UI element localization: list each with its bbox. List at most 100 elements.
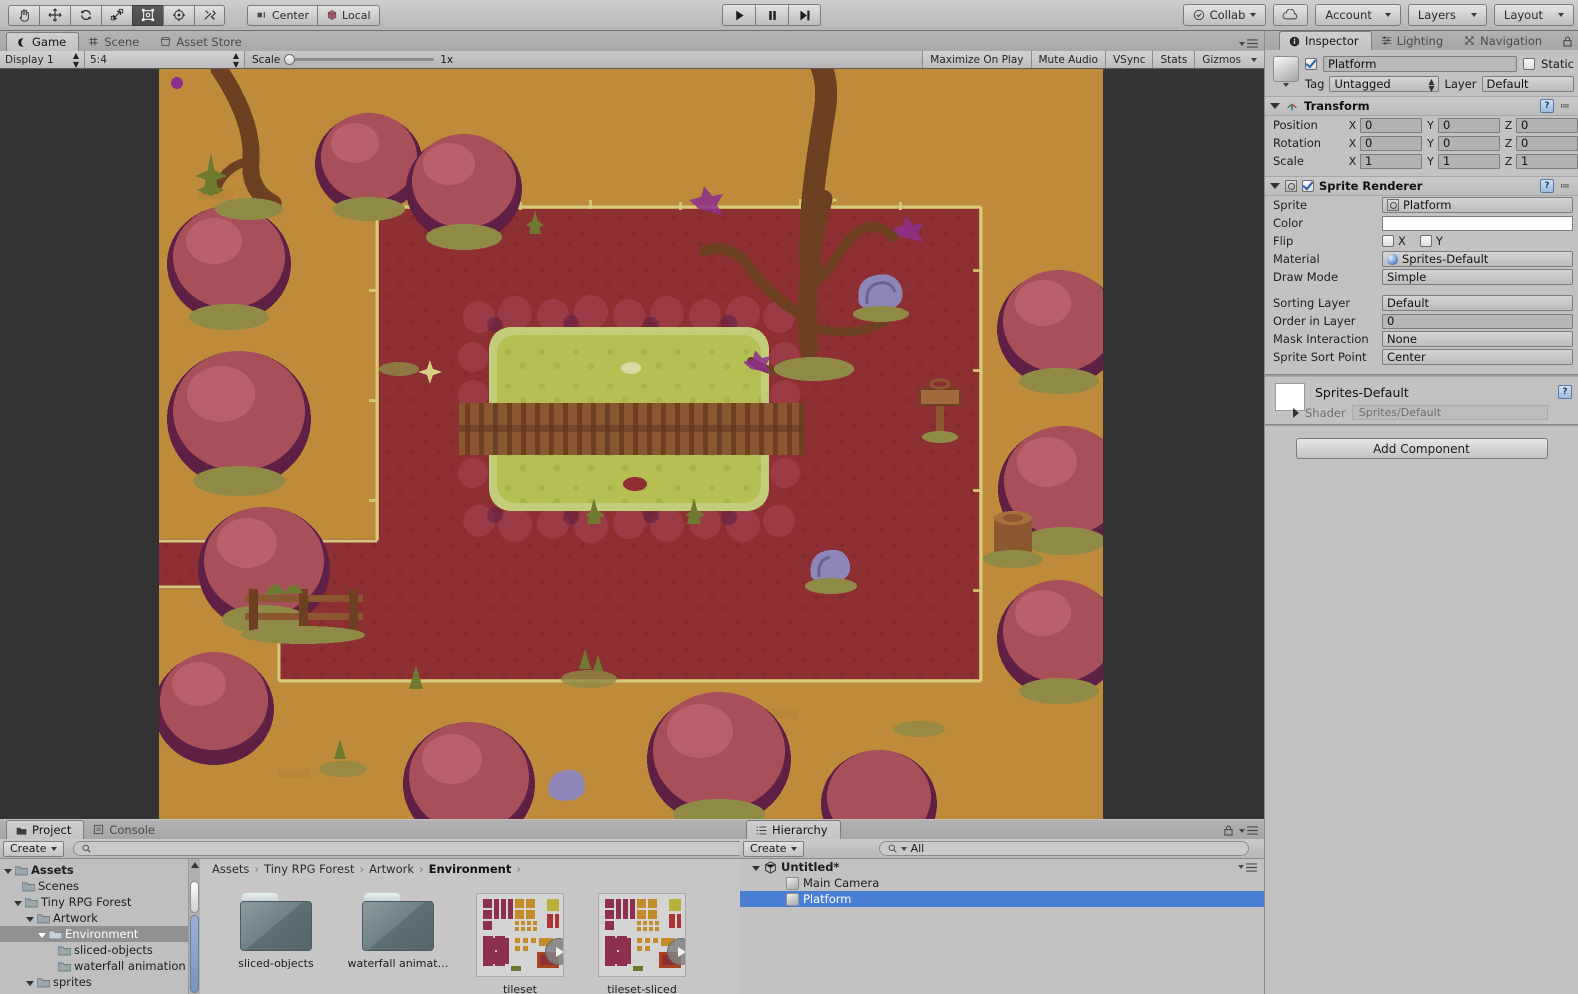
collab-button[interactable]: Collab — [1182, 4, 1267, 26]
maximize-on-play-toggle[interactable]: Maximize On Play — [922, 51, 1031, 68]
hierarchy-scene-row[interactable]: Untitled* — [740, 859, 1264, 875]
stats-toggle[interactable]: Stats — [1152, 51, 1195, 68]
tab-hierarchy[interactable]: Hierarchy — [746, 820, 841, 839]
add-component-button[interactable]: Add Component — [1295, 438, 1548, 459]
tree-expand-icon[interactable] — [26, 980, 34, 986]
color-swatch-field[interactable] — [1382, 215, 1573, 231]
tag-dropdown[interactable]: Untagged ▲ ▼ — [1329, 76, 1440, 93]
tab-scene[interactable]: Scene — [79, 32, 151, 51]
game-panel-options-button[interactable] — [1239, 39, 1258, 48]
tree-expand-icon[interactable] — [14, 900, 22, 906]
mute-audio-toggle[interactable]: Mute Audio — [1030, 51, 1105, 68]
pivot-mode-button[interactable]: Center — [247, 4, 318, 26]
gizmos-dropdown[interactable]: Gizmos — [1194, 51, 1264, 68]
pause-button[interactable] — [755, 4, 788, 26]
hierarchy-item-platform[interactable]: Platform — [740, 891, 1264, 907]
sprite-renderer-enabled-checkbox[interactable] — [1302, 180, 1314, 192]
hierarchy-options-button[interactable] — [1224, 825, 1258, 836]
tree-item-tiny-rpg-forest[interactable]: Tiny RPG Forest — [0, 894, 200, 910]
breadcrumb-artwork[interactable]: Artwork — [369, 862, 414, 876]
game-canvas[interactable] — [159, 69, 1103, 819]
rect-tool-button[interactable] — [132, 4, 163, 26]
project-tree[interactable]: Assets Scenes Tiny RPG Forest Artwork En… — [0, 859, 200, 994]
display-dropdown[interactable]: Display 1 ▲ ▼ — [0, 51, 85, 69]
position-z-field[interactable]: 0 — [1516, 117, 1578, 133]
game-render-area[interactable] — [0, 69, 1264, 819]
transform-component-header[interactable]: Transform ? ≔ — [1265, 96, 1578, 116]
tab-navigation[interactable]: Navigation — [1455, 31, 1554, 50]
asset-item-waterfall-animation[interactable]: waterfall animat… — [347, 893, 449, 994]
scale-x-field[interactable]: 1 — [1360, 153, 1422, 169]
rotation-x-field[interactable]: 0 — [1360, 135, 1422, 151]
cloud-button[interactable] — [1273, 4, 1309, 26]
tab-console[interactable]: Console — [84, 820, 167, 839]
transform-preset-icon[interactable]: ≔ — [1558, 99, 1572, 113]
scale-slider[interactable] — [284, 54, 435, 65]
order-in-layer-field[interactable]: 0 — [1382, 313, 1573, 329]
scale-tool-button[interactable] — [101, 4, 132, 26]
project-tree-scrollbar[interactable] — [188, 859, 200, 994]
layout-button[interactable]: Layout — [1493, 4, 1574, 26]
step-button[interactable] — [788, 4, 821, 26]
tree-item-environment[interactable]: Environment — [0, 926, 200, 942]
transform-fold-icon[interactable] — [1270, 103, 1280, 109]
aspect-dropdown[interactable]: 5:4 ▲ ▼ — [85, 51, 245, 69]
scale-slider-group[interactable]: Scale 1x — [245, 51, 460, 68]
hierarchy-list[interactable]: Untitled* Main Camera Platform — [740, 859, 1264, 907]
tree-item-artwork[interactable]: Artwork — [0, 910, 200, 926]
project-create-button[interactable]: Create — [3, 840, 64, 857]
tree-item-scenes[interactable]: Scenes — [0, 878, 200, 894]
tree-item-sprites[interactable]: sprites — [0, 974, 200, 990]
account-button[interactable]: Account — [1315, 4, 1401, 26]
search-filter-caret-icon[interactable] — [900, 846, 907, 851]
breadcrumb-environment[interactable]: Environment — [429, 862, 512, 876]
flip-y-checkbox[interactable] — [1419, 235, 1432, 247]
sprite-renderer-help-icon[interactable]: ? — [1540, 179, 1554, 193]
position-y-field[interactable]: 0 — [1438, 117, 1500, 133]
dra w-mode-dropdown[interactable]: Simple — [1382, 269, 1573, 285]
breadcrumb-assets[interactable]: Assets — [212, 862, 249, 876]
asset-item-tileset[interactable]: tileset — [472, 893, 568, 994]
scene-expand-icon[interactable] — [752, 865, 760, 871]
scrollbar-thumb-top[interactable] — [190, 881, 199, 913]
tab-asset-store[interactable]: Asset Store — [151, 32, 254, 51]
custom-tool-button[interactable] — [194, 4, 225, 26]
sprite-object-field[interactable]: Platform — [1382, 197, 1573, 213]
sprite-renderer-preset-icon[interactable]: ≔ — [1558, 179, 1572, 193]
hand-tool-button[interactable] — [8, 4, 39, 26]
sorting-layer-dropdown[interactable]: Default — [1382, 295, 1573, 311]
move-tool-button[interactable] — [39, 4, 70, 26]
tree-item-assets[interactable]: Assets — [0, 862, 200, 878]
scroll-up-icon[interactable] — [191, 862, 199, 868]
tree-item-sliced-objects[interactable]: sliced-objects — [0, 942, 200, 958]
hierarchy-item-main-camera[interactable]: Main Camera — [740, 875, 1264, 891]
rotation-z-field[interactable]: 0 — [1516, 135, 1578, 151]
asset-item-sliced-objects[interactable]: sliced-objects — [228, 893, 324, 994]
sprite-sort-point-dropdown[interactable]: Center — [1382, 349, 1573, 365]
shader-value[interactable]: Sprites/Default — [1351, 405, 1548, 420]
layers-button[interactable]: Layers — [1407, 4, 1487, 26]
scale-z-field[interactable]: 1 — [1516, 153, 1578, 169]
hierarchy-search-input[interactable]: All — [878, 841, 1249, 856]
tree-expand-icon[interactable] — [4, 868, 12, 874]
gameobject-icon-caret[interactable] — [1283, 83, 1289, 87]
tree-item-waterfall-animation[interactable]: waterfall animation — [0, 958, 200, 974]
rotate-tool-button[interactable] — [70, 4, 101, 26]
scale-y-field[interactable]: 1 — [1438, 153, 1500, 169]
material-help-icon[interactable]: ? — [1558, 385, 1572, 399]
gameobject-enabled-checkbox[interactable] — [1305, 58, 1317, 70]
scale-slider-knob[interactable] — [284, 54, 296, 65]
tab-lighting[interactable]: Lighting — [1372, 31, 1455, 50]
layer-dropdown[interactable]: Default — [1481, 76, 1574, 92]
material-object-field[interactable]: Sprites-Default — [1382, 251, 1573, 267]
play-button[interactable] — [722, 4, 755, 26]
hierarchy-create-button[interactable]: Create — [743, 840, 804, 857]
flip-x-checkbox[interactable] — [1382, 235, 1394, 247]
space-mode-button[interactable]: Local — [317, 4, 380, 26]
scrollbar-thumb[interactable] — [190, 915, 199, 993]
tree-expand-icon[interactable] — [38, 932, 46, 938]
transform-help-icon[interactable]: ? — [1540, 99, 1554, 113]
vsync-toggle[interactable]: VSync — [1104, 51, 1153, 68]
mask-interaction-dropdown[interactable]: None — [1382, 331, 1573, 347]
sprite-renderer-header[interactable]: Sprite Renderer ? ≔ — [1265, 176, 1578, 196]
